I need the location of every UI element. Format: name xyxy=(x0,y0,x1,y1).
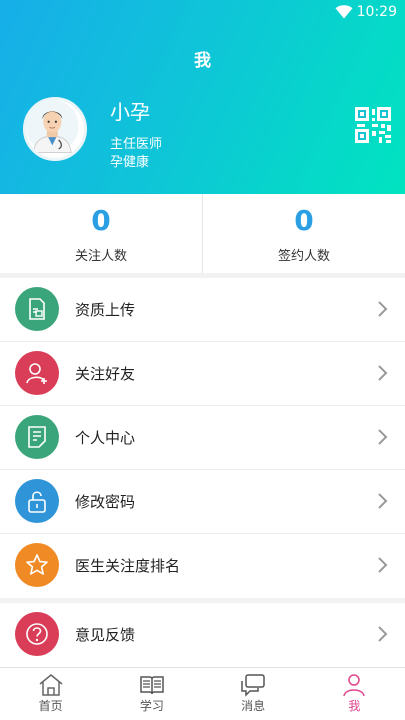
user-title: 主任医师 xyxy=(110,137,163,152)
user-name: 小孕 xyxy=(110,100,150,124)
stats-panel: 0 关注人数 0 签约人数 xyxy=(0,194,405,273)
chevron-right-icon xyxy=(378,301,388,317)
status-time: 10:29 xyxy=(356,4,397,20)
stat-value: 0 xyxy=(91,204,111,237)
book-icon xyxy=(140,676,164,695)
unlock-icon xyxy=(15,479,59,523)
home-icon xyxy=(39,674,63,696)
menu-label: 医生关注度排名 xyxy=(75,557,181,575)
menu-label: 修改密码 xyxy=(75,493,136,511)
star-icon xyxy=(15,543,59,587)
notepad-icon xyxy=(15,415,59,459)
stat-value: 0 xyxy=(294,204,314,237)
menu-item-feedback[interactable]: 意见反馈 xyxy=(0,603,405,667)
user-org: 孕健康 xyxy=(110,155,150,170)
stat-label: 关注人数 xyxy=(74,249,127,264)
bottom-tab-bar: 首页 学习 消息 我 xyxy=(0,667,405,720)
tab-home[interactable]: 首页 xyxy=(0,668,101,720)
document-upload-icon xyxy=(15,287,59,331)
doctor-avatar-icon xyxy=(26,100,79,154)
tab-me[interactable]: 我 xyxy=(304,668,405,720)
chevron-right-icon xyxy=(378,429,388,445)
stat-label: 签约人数 xyxy=(277,249,330,264)
person-icon xyxy=(343,674,366,697)
menu-label: 关注好友 xyxy=(75,365,136,383)
question-icon xyxy=(15,612,59,656)
wifi-icon xyxy=(335,5,353,19)
status-bar: 10:29 xyxy=(0,0,405,24)
menu-item-follow-friends[interactable]: 关注好友 xyxy=(0,342,405,406)
menu-item-personal-center[interactable]: 个人中心 xyxy=(0,406,405,470)
tab-label: 消息 xyxy=(241,699,266,713)
tab-study[interactable]: 学习 xyxy=(101,668,202,720)
menu-label: 意见反馈 xyxy=(75,626,136,644)
add-friend-icon xyxy=(15,351,59,395)
menu-group-main: 资质上传 关注好友 个人中心 修改密码 医生关注度排名 xyxy=(0,278,405,598)
menu-item-change-password[interactable]: 修改密码 xyxy=(0,470,405,534)
menu-group-feedback: 意见反馈 xyxy=(0,603,405,667)
tab-messages[interactable]: 消息 xyxy=(203,668,304,720)
page-title: 我 xyxy=(194,51,211,71)
menu-item-doctor-ranking[interactable]: 医生关注度排名 xyxy=(0,534,405,598)
menu-label: 个人中心 xyxy=(75,429,136,447)
tab-label: 首页 xyxy=(38,699,63,713)
avatar[interactable] xyxy=(23,97,87,161)
tab-label: 学习 xyxy=(139,699,164,713)
menu-label: 资质上传 xyxy=(75,301,136,319)
qr-code-icon[interactable] xyxy=(355,107,391,143)
chevron-right-icon xyxy=(378,626,388,642)
stat-followers[interactable]: 0 关注人数 xyxy=(0,194,202,273)
chat-icon xyxy=(241,674,265,697)
profile-header: 10:29 我 小孕 主任医师 孕健康 xyxy=(0,0,405,194)
menu-item-qualification-upload[interactable]: 资质上传 xyxy=(0,278,405,342)
chevron-right-icon xyxy=(378,493,388,509)
chevron-right-icon xyxy=(378,557,388,573)
tab-label: 我 xyxy=(348,699,361,713)
chevron-right-icon xyxy=(378,365,388,381)
stat-signed[interactable]: 0 签约人数 xyxy=(202,194,405,273)
